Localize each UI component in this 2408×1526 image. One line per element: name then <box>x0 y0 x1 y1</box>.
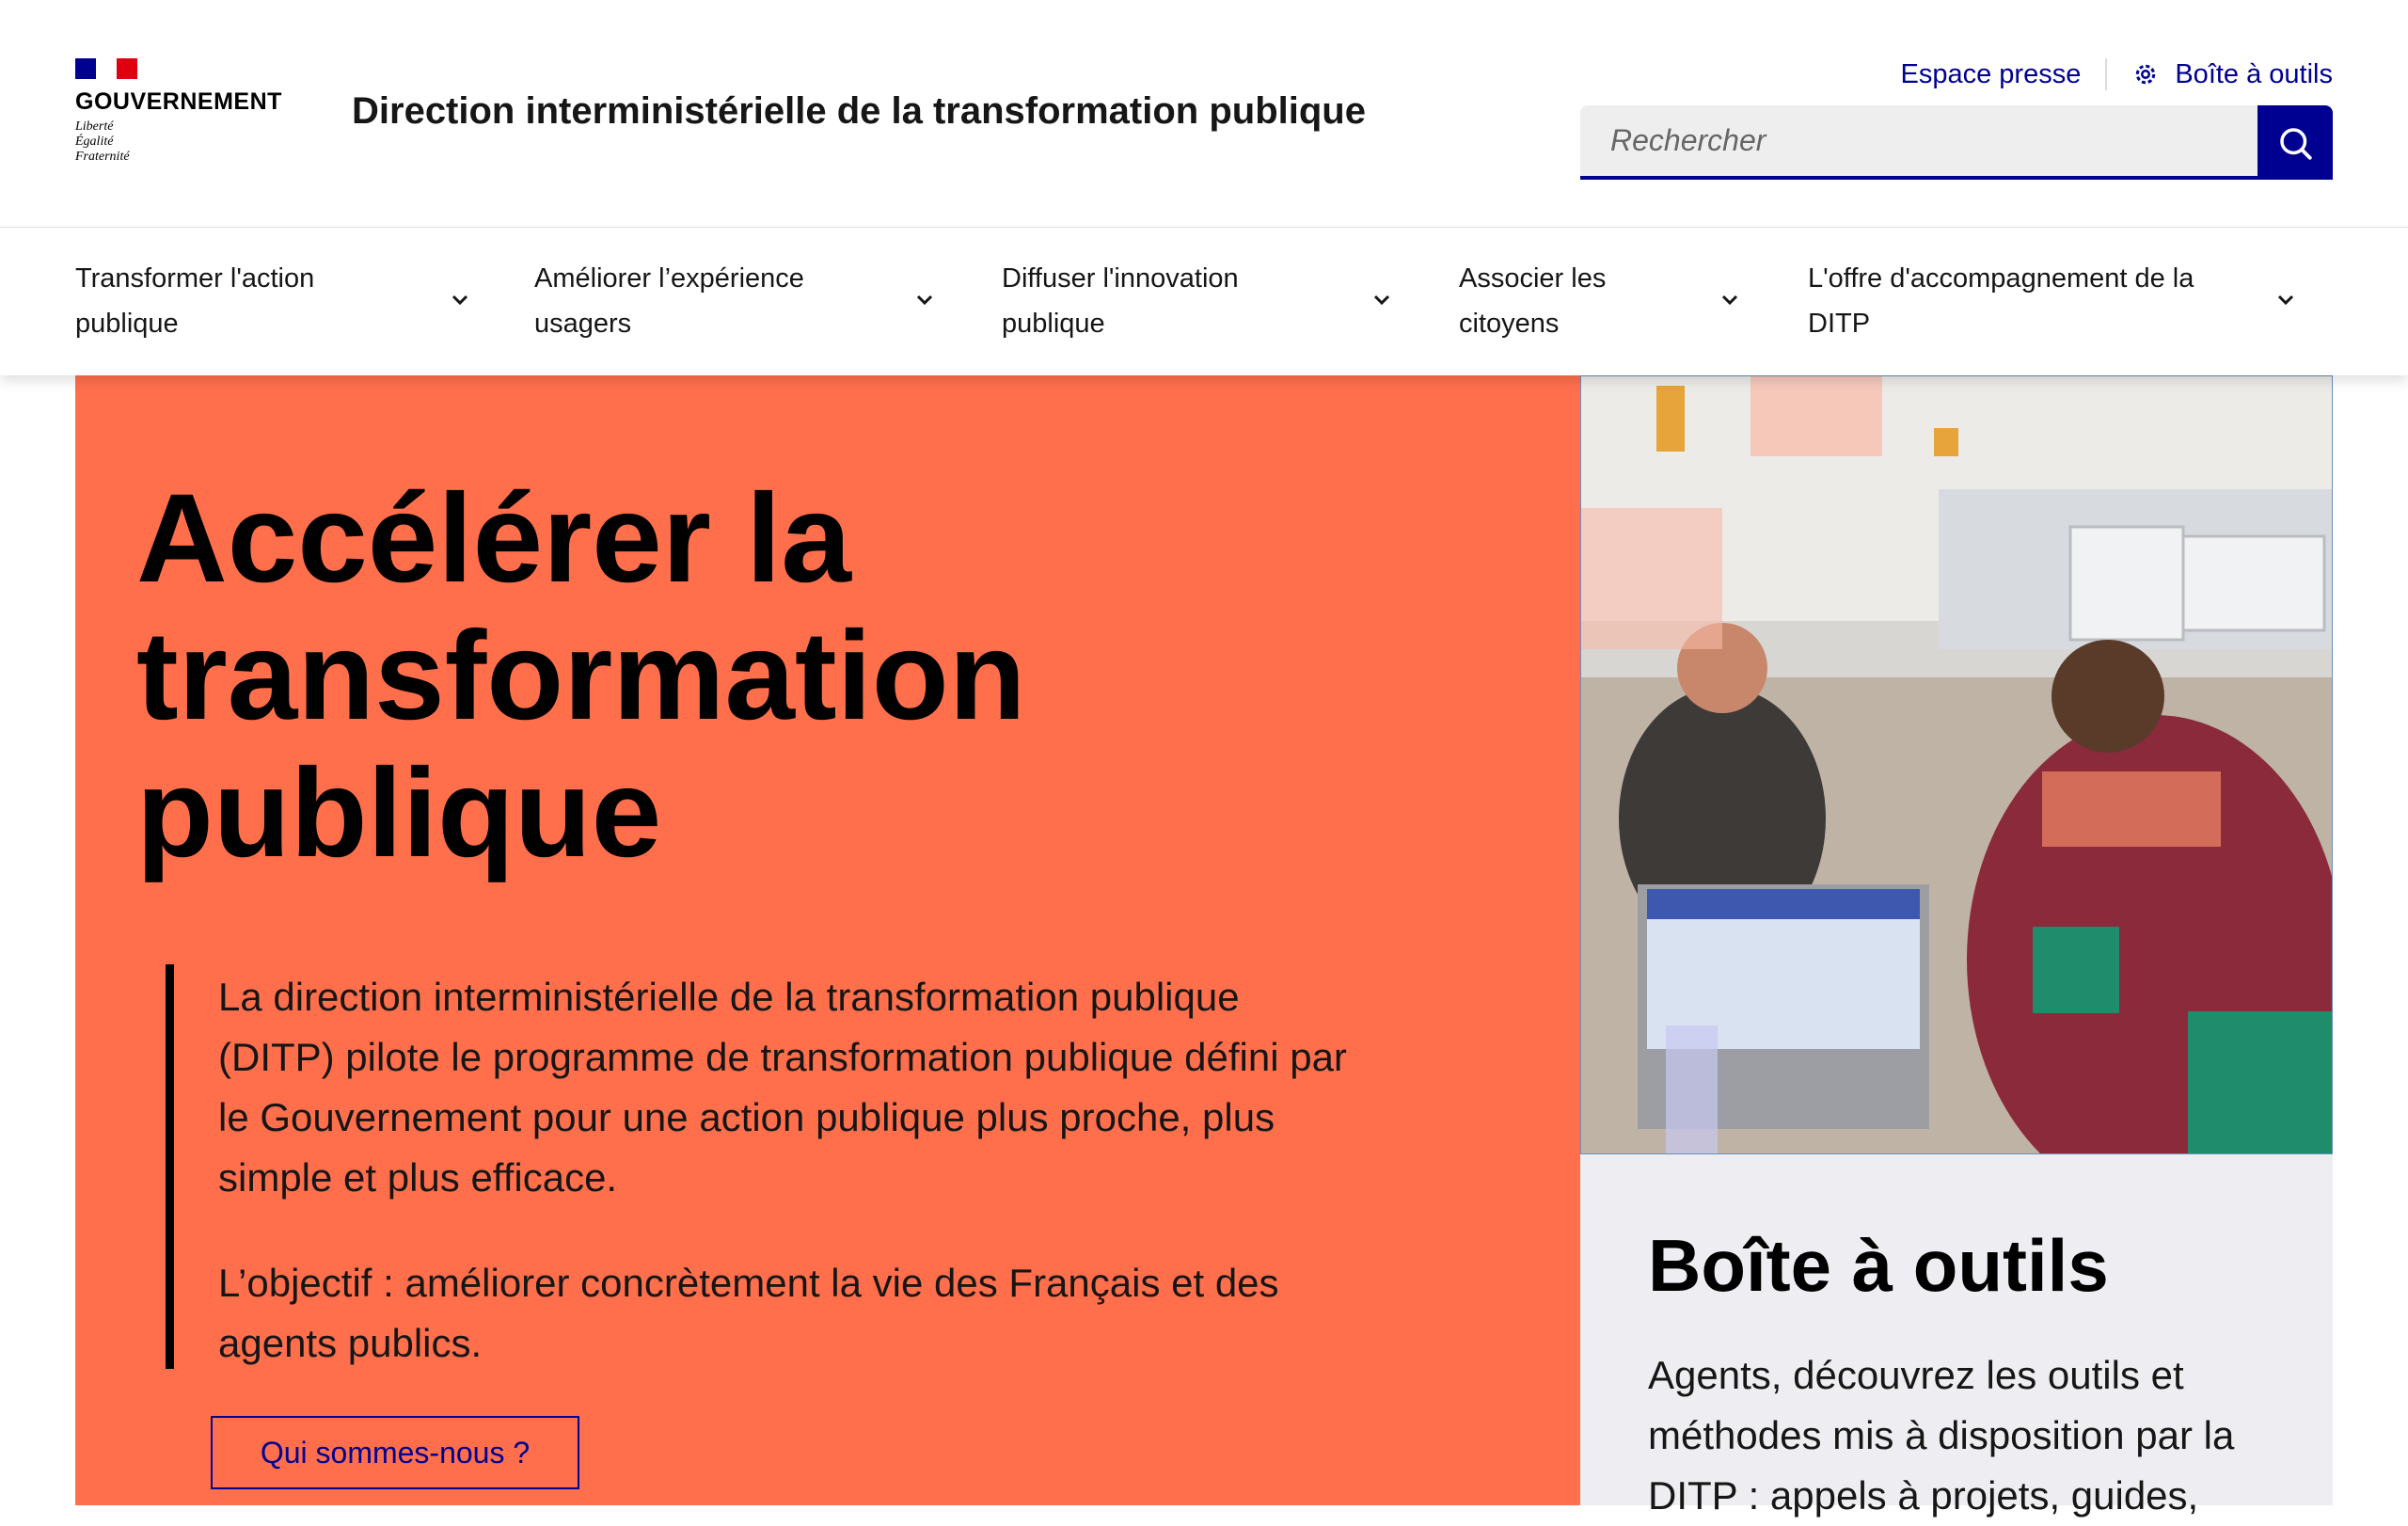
hero-paragraph-1: La direction interministérielle de la tr… <box>218 975 1347 1200</box>
government-logo[interactable]: GOUVERNEMENT Liberté Égalité Fraternité <box>75 58 282 165</box>
search-input[interactable] <box>1580 105 2258 180</box>
search-icon <box>2280 127 2312 160</box>
gear-icon <box>2136 64 2156 85</box>
workshop-photo-image <box>1581 376 2332 1153</box>
toolbox-link-label: Boîte à outils <box>2175 58 2333 89</box>
nav-item-experience-usagers[interactable]: Améliorer l’expérience usagers <box>534 256 948 346</box>
chevron-down-icon <box>916 294 933 306</box>
hero-paragraph-2: L’objectif : améliorer concrètement la v… <box>218 1261 1279 1365</box>
marianne-flag-icon <box>75 58 137 79</box>
chevron-down-icon <box>2277 294 2294 306</box>
toolbox-link[interactable]: Boîte à outils <box>2131 59 2333 90</box>
gov-wordmark: GOUVERNEMENT <box>75 88 282 115</box>
nav-item-offre-accompagnement[interactable]: L'offre d'accompagnement de la DITP <box>1808 256 2297 346</box>
hero-title: Accélérer la transformation publique <box>136 469 1026 883</box>
hero-photo <box>1580 375 2333 1154</box>
nav-item-innovation[interactable]: Diffuser l'innovation publique <box>1002 256 1406 346</box>
quote-bar <box>166 964 174 1369</box>
site-header: GOUVERNEMENT Liberté Égalité Fraternité … <box>0 0 2408 229</box>
header-quick-links: Espace presse Boîte à outils <box>1901 58 2333 90</box>
divider <box>2105 58 2108 90</box>
republic-motto: Liberté Égalité Fraternité <box>75 119 130 164</box>
main-navigation: Transformer l'action publique Améliorer l… <box>0 228 2408 375</box>
toolbox-card-text: Agents, découvrez les outils et méthodes… <box>1648 1353 2235 1518</box>
press-link[interactable]: Espace presse <box>1901 59 2082 90</box>
site-title[interactable]: Direction interministérielle de la trans… <box>352 90 1366 133</box>
toolbox-card-title: Boîte à outils <box>1648 1224 2109 1307</box>
chevron-down-icon <box>1721 294 1738 306</box>
nav-item-transformer[interactable]: Transformer l'action publique <box>75 256 470 346</box>
about-us-button[interactable]: Qui sommes-nous ? <box>211 1416 579 1489</box>
nav-item-citoyens[interactable]: Associer les citoyens <box>1459 256 1769 346</box>
chevron-down-icon <box>452 294 468 306</box>
search-button[interactable] <box>2258 105 2333 180</box>
chevron-down-icon <box>1373 294 1390 306</box>
search-bar <box>1580 105 2333 180</box>
hero-description: La direction interministérielle de la tr… <box>218 967 1347 1419</box>
